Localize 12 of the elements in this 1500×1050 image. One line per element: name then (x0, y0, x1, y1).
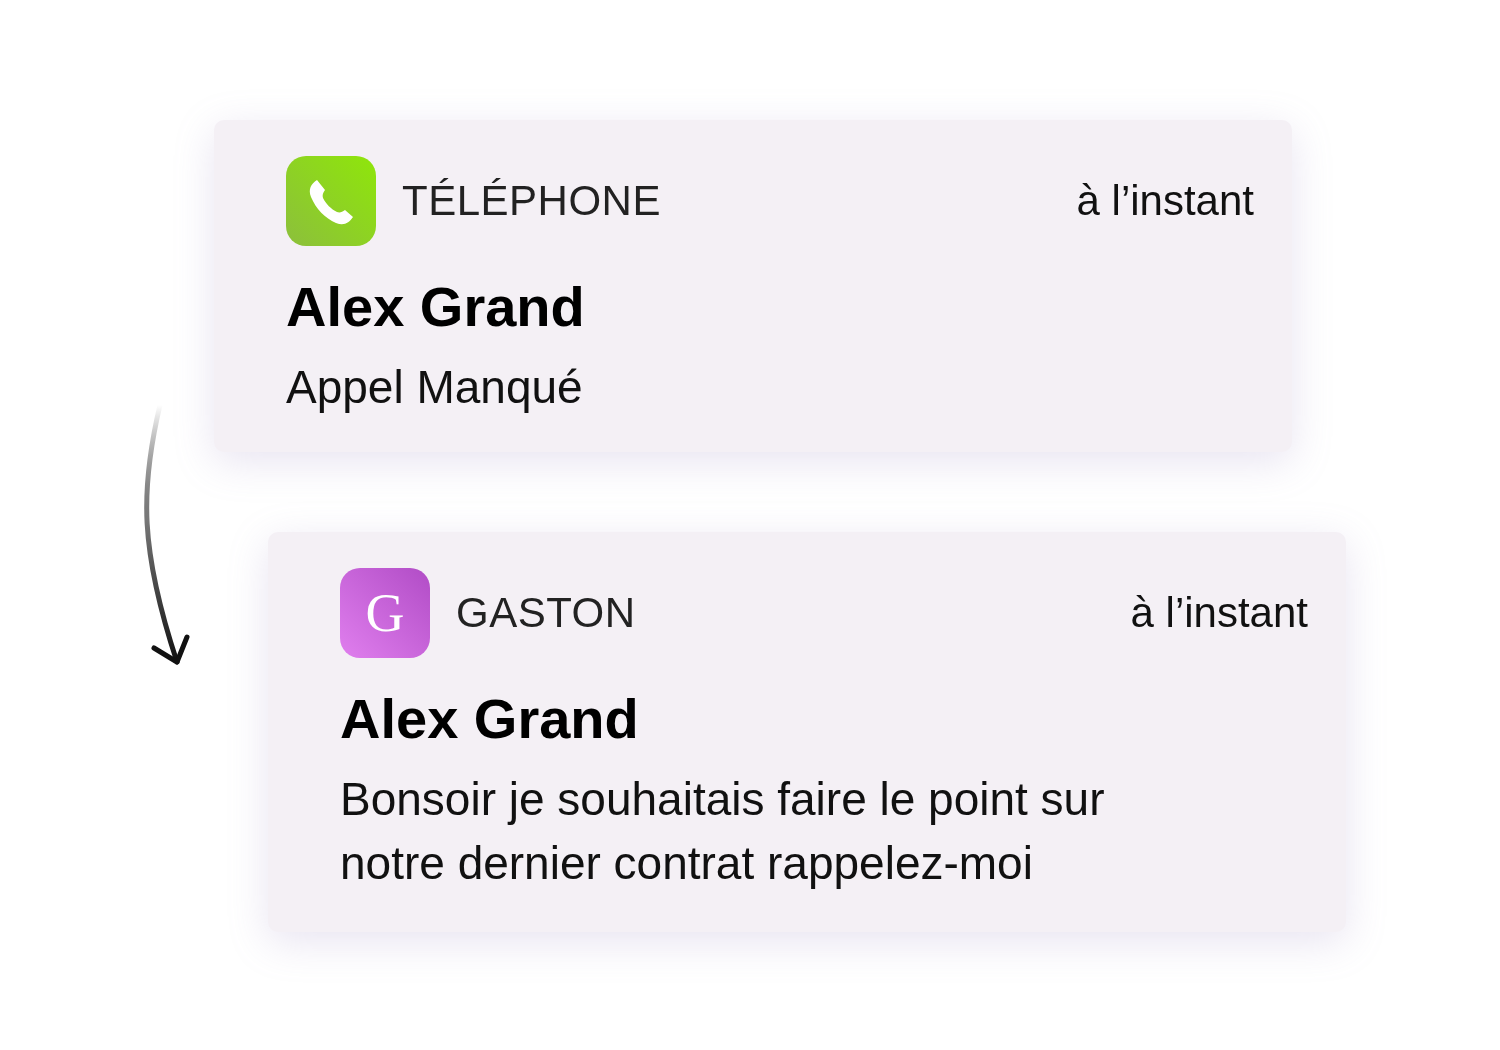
notification-card[interactable]: TÉLÉPHONE à l’instant Alex Grand Appel Manqué (214, 120, 1292, 452)
timestamp: à l’instant (1130, 589, 1308, 637)
sender-name: Alex Grand (286, 274, 586, 339)
app-name: GASTON (456, 589, 636, 637)
app-icon: G (340, 568, 430, 658)
app-name: TÉLÉPHONE (402, 177, 661, 225)
sender-name: Alex Grand (340, 686, 640, 751)
notification-card[interactable]: G GASTON à l’instant Alex Grand Bonsoir je souhaitais faire le point sur notre dernier contrat rappelez-moi (268, 532, 1346, 932)
phone-app-icon (286, 156, 376, 246)
notification-message: Bonsoir je souhaitais faire le point sur notre dernier contrat rappelez-moi (340, 772, 1106, 892)
timestamp: à l’instant (1076, 177, 1254, 225)
notification-message: Appel Manqué (286, 360, 584, 415)
